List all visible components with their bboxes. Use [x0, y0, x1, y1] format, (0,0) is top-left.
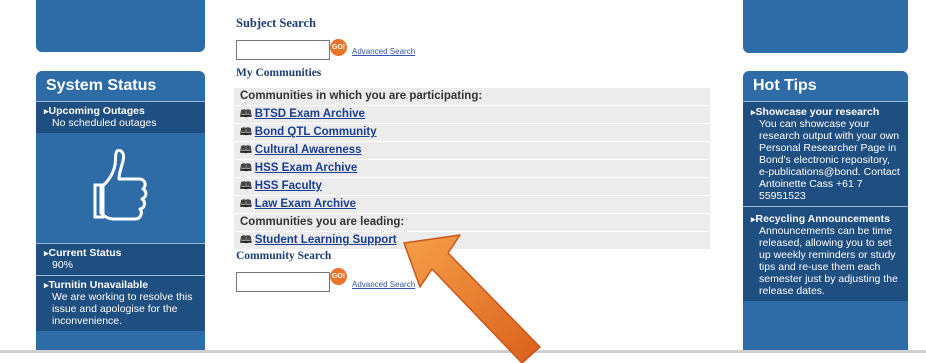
system-status-title: System Status	[46, 77, 157, 94]
tip1-head: Showcase your research	[751, 106, 900, 118]
participating-label: Communities in which you are participati…	[234, 88, 710, 106]
community-search-input[interactable]	[236, 272, 330, 292]
book-icon: 🕮	[240, 163, 252, 174]
tip-showcase-research[interactable]: Showcase your research You can showcase …	[743, 101, 908, 206]
community-name[interactable]: Law Exam Archive	[255, 198, 356, 210]
subject-search-go-button[interactable]: GO!	[330, 39, 347, 56]
community-name[interactable]: HSS Faculty	[255, 180, 322, 192]
right-top-panel	[743, 0, 908, 53]
book-icon: 🕮	[240, 181, 252, 192]
community-link[interactable]: 🕮 Law Exam Archive	[234, 196, 710, 214]
book-icon: 🕮	[240, 109, 252, 120]
book-icon: 🕮	[240, 199, 252, 210]
book-icon: 🕮	[240, 127, 252, 138]
subject-search-input[interactable]	[236, 40, 330, 60]
current-status-head: Current Status	[44, 247, 197, 259]
book-icon: 🕮	[240, 235, 252, 246]
turnitin-status[interactable]: Turnitin Unavailable We are working to r…	[36, 275, 205, 331]
hot-tips-panel: Hot Tips Showcase your research You can …	[743, 71, 908, 350]
community-search-title: Community Search	[236, 250, 332, 262]
community-name[interactable]: Bond QTL Community	[255, 126, 377, 138]
community-link[interactable]: 🕮 Bond QTL Community	[234, 124, 710, 142]
community-name[interactable]: HSS Exam Archive	[255, 162, 357, 174]
current-status-body: 90%	[52, 259, 74, 271]
current-status[interactable]: Current Status 90%	[36, 243, 205, 275]
turnitin-body: We are working to resolve this issue and…	[52, 291, 193, 327]
upcoming-outages[interactable]: Upcoming Outages No scheduled outages	[36, 101, 205, 133]
subject-search-title: Subject Search	[236, 16, 316, 30]
tip2-head: Recycling Announcements	[751, 213, 900, 225]
community-name[interactable]: Cultural Awareness	[255, 144, 362, 156]
pointer-arrow-icon	[403, 234, 541, 363]
community-name[interactable]: BTSD Exam Archive	[255, 108, 365, 120]
turnitin-head: Turnitin Unavailable	[44, 279, 197, 291]
book-icon: 🕮	[240, 145, 252, 156]
community-search-go-button[interactable]: GO!	[330, 268, 347, 285]
system-status-panel: System Status Upcoming Outages No schedu…	[36, 71, 205, 350]
tip2-body: Announcements can be time released, allo…	[759, 225, 898, 297]
thumbs-up-icon	[36, 133, 205, 243]
subject-advanced-search-link[interactable]: Advanced Search	[352, 47, 415, 56]
left-top-panel	[36, 0, 205, 52]
upcoming-outages-head: Upcoming Outages	[44, 105, 197, 117]
tip1-body: You can showcase your research output wi…	[759, 118, 900, 202]
community-link[interactable]: 🕮 HSS Faculty	[234, 178, 710, 196]
hot-tips-title: Hot Tips	[753, 77, 817, 94]
community-link[interactable]: 🕮 Cultural Awareness	[234, 142, 710, 160]
community-link[interactable]: 🕮 BTSD Exam Archive	[234, 106, 710, 124]
community-link[interactable]: 🕮 HSS Exam Archive	[234, 160, 710, 178]
upcoming-outages-body: No scheduled outages	[52, 117, 157, 129]
community-name[interactable]: Student Learning Support	[255, 234, 397, 246]
tip-recycling-announcements[interactable]: Recycling Announcements Announcements ca…	[743, 206, 908, 301]
my-communities-title: My Communities	[236, 67, 322, 79]
